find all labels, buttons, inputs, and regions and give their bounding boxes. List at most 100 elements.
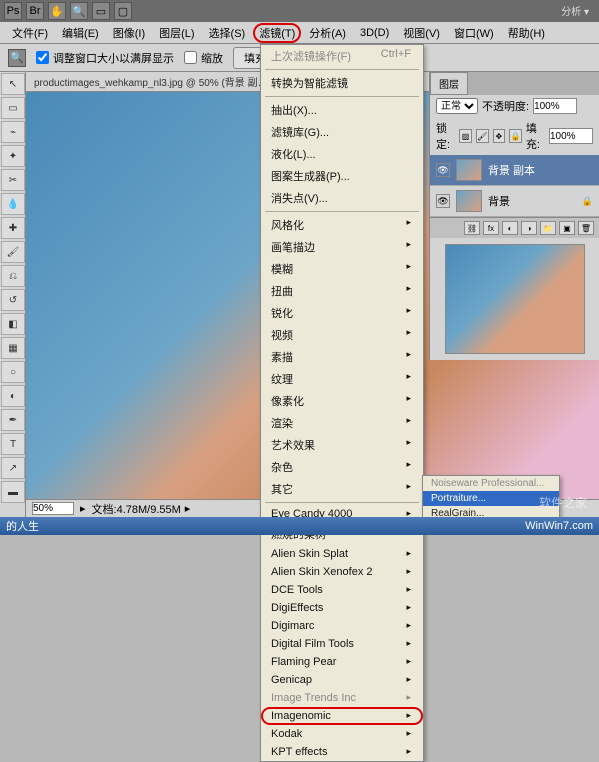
filter-render[interactable]: 渲染 bbox=[261, 412, 423, 434]
filter-video[interactable]: 视频 bbox=[261, 324, 423, 346]
separator-icon: ▸ bbox=[80, 502, 86, 515]
filter-flaming[interactable]: Flaming Pear bbox=[261, 653, 423, 671]
filter-gallery[interactable]: 滤镜库(G)... bbox=[261, 121, 423, 143]
fill-input[interactable] bbox=[549, 128, 593, 144]
lock-image-icon[interactable]: 🖌 bbox=[476, 129, 489, 143]
blend-mode-select[interactable]: 正常 bbox=[436, 98, 478, 114]
adjustment-icon[interactable]: ◑ bbox=[521, 221, 537, 235]
chevron-right-icon[interactable]: ▸ bbox=[185, 502, 191, 515]
layer-name[interactable]: 背景 副本 bbox=[488, 162, 535, 178]
menu-help[interactable]: 帮助(H) bbox=[502, 23, 551, 43]
visibility-icon[interactable]: 👁 bbox=[436, 163, 450, 177]
filter-pattern[interactable]: 图案生成器(P)... bbox=[261, 165, 423, 187]
layer-thumbnail[interactable] bbox=[456, 190, 482, 212]
menu-image[interactable]: 图像(I) bbox=[107, 23, 151, 43]
filter-misc[interactable]: 其它 bbox=[261, 478, 423, 500]
mask-icon[interactable]: ◐ bbox=[502, 221, 518, 235]
lasso-tool-icon[interactable]: ⌁ bbox=[1, 121, 25, 143]
hand-tool-icon[interactable]: ✋ bbox=[48, 2, 66, 20]
submenu-noiseware[interactable]: Noiseware Professional... bbox=[423, 476, 559, 491]
blur-tool-icon[interactable]: ○ bbox=[1, 361, 25, 383]
type-tool-icon[interactable]: T bbox=[1, 433, 25, 455]
filter-kodak[interactable]: Kodak bbox=[261, 725, 423, 743]
resize-window-checkbox[interactable] bbox=[36, 51, 49, 64]
layers-tab[interactable]: 图层 bbox=[430, 72, 468, 95]
filter-other[interactable]: 杂色 bbox=[261, 456, 423, 478]
menu-select[interactable]: 选择(S) bbox=[203, 23, 252, 43]
link-icon[interactable]: ⛓ bbox=[464, 221, 480, 235]
layer-name[interactable]: 背景 bbox=[488, 193, 510, 209]
lock-position-icon[interactable]: ✥ bbox=[493, 129, 506, 143]
filter-vanish[interactable]: 消失点(V)... bbox=[261, 187, 423, 209]
filter-convert-smart[interactable]: 转换为智能滤镜 bbox=[261, 72, 423, 94]
trash-icon[interactable]: 🗑 bbox=[578, 221, 594, 235]
menu-edit[interactable]: 编辑(E) bbox=[56, 23, 105, 43]
filter-sketch[interactable]: 素描 bbox=[261, 346, 423, 368]
crop-tool-icon[interactable]: ✂ bbox=[1, 169, 25, 191]
zoom-tool-icon[interactable]: 🔍 bbox=[70, 2, 88, 20]
brush-tool-icon[interactable]: 🖌 bbox=[1, 241, 25, 263]
filter-imagetrends[interactable]: Image Trends Inc bbox=[261, 689, 423, 707]
heal-tool-icon[interactable]: ✚ bbox=[1, 217, 25, 239]
taskbar-app[interactable]: 的人生 bbox=[6, 518, 39, 534]
menu-analysis[interactable]: 分析(A) bbox=[303, 23, 352, 43]
filter-stylize[interactable]: 风格化 bbox=[261, 214, 423, 236]
filter-imagenomic[interactable]: Imagenomic bbox=[261, 707, 423, 725]
filter-extract[interactable]: 抽出(X)... bbox=[261, 99, 423, 121]
gradient-tool-icon[interactable]: ▦ bbox=[1, 337, 25, 359]
filter-blur[interactable]: 模糊 bbox=[261, 258, 423, 280]
menu-layer[interactable]: 图层(L) bbox=[153, 23, 200, 43]
analysis-dropdown[interactable]: 分析 ▾ bbox=[557, 2, 593, 19]
lock-all-icon[interactable]: 🔒 bbox=[509, 129, 522, 143]
bridge-icon[interactable]: Br bbox=[26, 2, 44, 20]
fx-icon[interactable]: fx bbox=[483, 221, 499, 235]
navigator-thumbnail[interactable] bbox=[445, 244, 585, 354]
move-tool-icon[interactable]: ↖ bbox=[1, 73, 25, 95]
layer-row-bg[interactable]: 👁 背景 🔒 bbox=[430, 186, 599, 217]
current-tool-icon[interactable]: 🔍 bbox=[8, 49, 26, 67]
eraser-tool-icon[interactable]: ◧ bbox=[1, 313, 25, 335]
submenu-portraiture[interactable]: Portraiture... bbox=[423, 491, 559, 506]
filter-distort[interactable]: 扭曲 bbox=[261, 280, 423, 302]
folder-icon[interactable]: 📁 bbox=[540, 221, 556, 235]
filter-genicap[interactable]: Genicap bbox=[261, 671, 423, 689]
filter-digimarc[interactable]: Digimarc bbox=[261, 617, 423, 635]
filter-kpt[interactable]: KPT effects bbox=[261, 743, 423, 761]
lock-transparent-icon[interactable]: ▨ bbox=[459, 129, 472, 143]
visibility-icon[interactable]: 👁 bbox=[436, 194, 450, 208]
filter-artistic[interactable]: 艺术效果 bbox=[261, 434, 423, 456]
ps-logo-icon[interactable]: Ps bbox=[4, 2, 22, 20]
wand-tool-icon[interactable]: ✦ bbox=[1, 145, 25, 167]
filter-dce[interactable]: DCE Tools bbox=[261, 581, 423, 599]
filter-pixelate[interactable]: 像素化 bbox=[261, 390, 423, 412]
layer-thumbnail[interactable] bbox=[456, 159, 482, 181]
opacity-input[interactable] bbox=[533, 98, 577, 114]
menu-window[interactable]: 窗口(W) bbox=[448, 23, 500, 43]
shape-tool-icon[interactable]: ▬ bbox=[1, 481, 25, 503]
filter-brush[interactable]: 画笔描边 bbox=[261, 236, 423, 258]
stamp-tool-icon[interactable]: ⎌ bbox=[1, 265, 25, 287]
filter-liquify[interactable]: 液化(L)... bbox=[261, 143, 423, 165]
layer-row-copy[interactable]: 👁 背景 副本 bbox=[430, 155, 599, 186]
zoom-input[interactable] bbox=[32, 502, 74, 515]
filter-dft[interactable]: Digital Film Tools bbox=[261, 635, 423, 653]
marquee-tool-icon[interactable]: ▭ bbox=[1, 97, 25, 119]
filter-texture[interactable]: 纹理 bbox=[261, 368, 423, 390]
filter-sharpen[interactable]: 锐化 bbox=[261, 302, 423, 324]
path-tool-icon[interactable]: ↗ bbox=[1, 457, 25, 479]
menu-file[interactable]: 文件(F) bbox=[6, 23, 54, 43]
zoom-checkbox[interactable] bbox=[184, 51, 197, 64]
history-brush-icon[interactable]: ↺ bbox=[1, 289, 25, 311]
menu-filter[interactable]: 滤镜(T) bbox=[253, 23, 301, 43]
dodge-tool-icon[interactable]: ◐ bbox=[1, 385, 25, 407]
filter-alien2[interactable]: Alien Skin Xenofex 2 bbox=[261, 563, 423, 581]
filter-digi[interactable]: DigiEffects bbox=[261, 599, 423, 617]
eyedropper-tool-icon[interactable]: 💧 bbox=[1, 193, 25, 215]
new-layer-icon[interactable]: ▣ bbox=[559, 221, 575, 235]
filter-alien1[interactable]: Alien Skin Splat bbox=[261, 545, 423, 563]
menu-3d[interactable]: 3D(D) bbox=[354, 25, 395, 41]
menu-view[interactable]: 视图(V) bbox=[397, 23, 446, 43]
screen-mode-icon[interactable]: ▢ bbox=[114, 2, 132, 20]
pen-tool-icon[interactable]: ✒ bbox=[1, 409, 25, 431]
layout-icon[interactable]: ▭ bbox=[92, 2, 110, 20]
